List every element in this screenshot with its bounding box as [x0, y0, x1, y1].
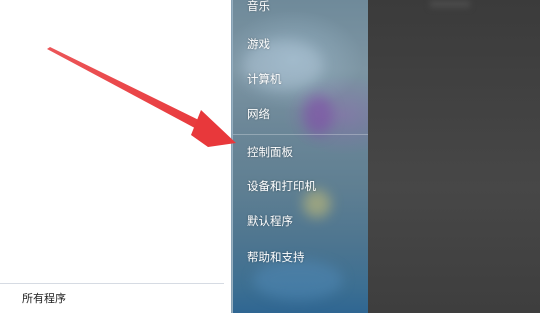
blurred-background-shape — [253, 260, 343, 300]
menu-item-control-panel[interactable]: 控制面板 — [247, 144, 293, 160]
programs-separator — [0, 283, 224, 284]
menu-item-games[interactable]: 游戏 — [247, 36, 270, 52]
all-programs-link[interactable]: 所有程序 — [22, 290, 66, 306]
programs-pane — [0, 0, 231, 313]
menu-item-devices-printers[interactable]: 设备和打印机 — [247, 178, 316, 194]
menu-separator — [233, 134, 368, 135]
menu-item-help-support[interactable]: 帮助和支持 — [247, 249, 305, 265]
menu-item-default-programs[interactable]: 默认程序 — [247, 213, 293, 229]
menu-item-music[interactable]: 音乐 — [247, 0, 270, 14]
menu-item-computer[interactable]: 计算机 — [247, 71, 282, 87]
desktop-background — [368, 0, 540, 313]
blurred-background-shape — [303, 95, 333, 135]
blurred-background-shape — [303, 190, 331, 218]
blurred-background-shape — [430, 0, 470, 8]
menu-item-network[interactable]: 网络 — [247, 106, 270, 122]
start-menu-links-pane: 音乐 游戏 计算机 网络 控制面板 设备和打印机 默认程序 帮助和支持 — [233, 0, 368, 313]
